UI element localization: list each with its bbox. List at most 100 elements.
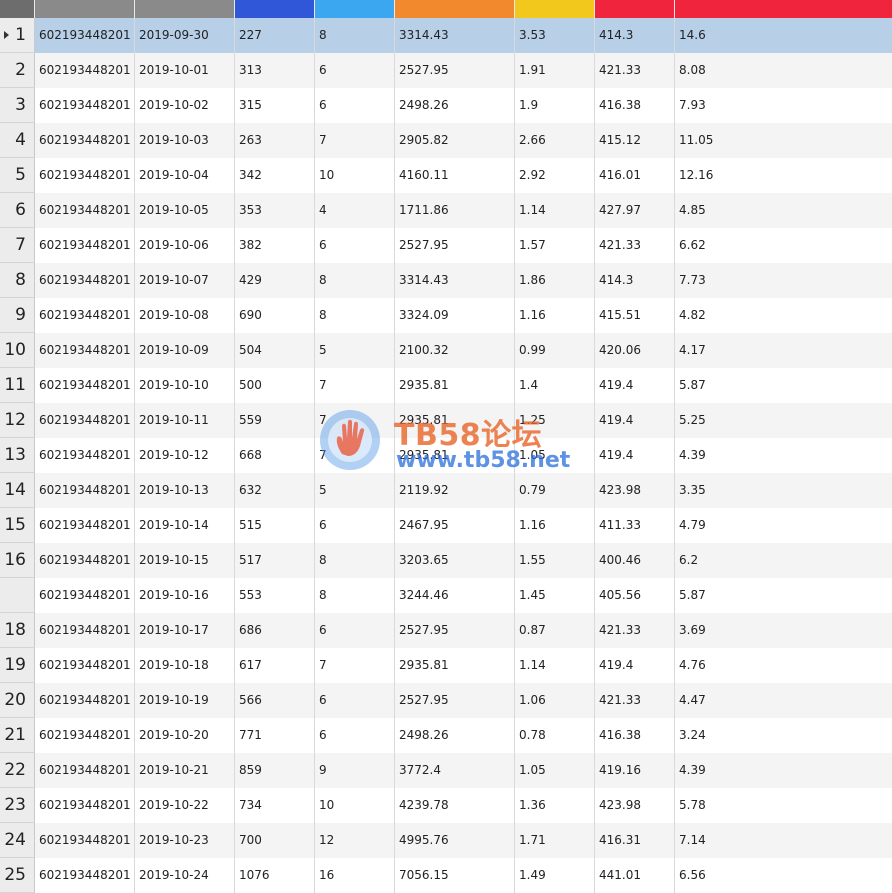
cell-item-id[interactable]: 602193448201 (35, 333, 135, 368)
cell-uv-value[interactable]: 4.39 (675, 753, 892, 788)
cell-buyers[interactable]: 10 (315, 158, 395, 193)
cell-date[interactable]: 2019-10-24 (135, 858, 235, 893)
cell-conversion[interactable]: 0.78 (515, 718, 595, 753)
cell-buyers[interactable]: 7 (315, 648, 395, 683)
cell-buyers[interactable]: 10 (315, 788, 395, 823)
cell-date[interactable]: 2019-10-21 (135, 753, 235, 788)
cell-visitors[interactable]: 313 (235, 53, 315, 88)
table-row[interactable]: 15 602193448201 2019-10-14 515 6 2467.95 1.16 4… (0, 508, 892, 543)
cell-item-id[interactable]: 602193448201 (35, 193, 135, 228)
cell-payment[interactable]: 2527.95 (395, 53, 515, 88)
cell-conversion[interactable]: 1.9 (515, 88, 595, 123)
cell-visitors[interactable]: 771 (235, 718, 315, 753)
cell-buyers[interactable]: 8 (315, 578, 395, 613)
cell-aov[interactable]: 415.51 (595, 298, 675, 333)
cell-uv-value[interactable]: 4.47 (675, 683, 892, 718)
cell-payment[interactable]: 2935.81 (395, 368, 515, 403)
cell-visitors[interactable]: 632 (235, 473, 315, 508)
cell-payment[interactable]: 4995.76 (395, 823, 515, 858)
row-header[interactable]: 15 (0, 508, 35, 543)
cell-uv-value[interactable]: 4.76 (675, 648, 892, 683)
row-header[interactable]: 24 (0, 823, 35, 858)
cell-item-id[interactable]: 602193448201 (35, 823, 135, 858)
cell-aov[interactable]: 400.46 (595, 543, 675, 578)
cell-aov[interactable]: 423.98 (595, 788, 675, 823)
cell-buyers[interactable]: 6 (315, 718, 395, 753)
cell-conversion[interactable]: 1.49 (515, 858, 595, 893)
cell-uv-value[interactable]: 7.14 (675, 823, 892, 858)
table-row[interactable]: 22 602193448201 2019-10-21 859 9 3772.4 1.05 41… (0, 753, 892, 788)
cell-uv-value[interactable]: 8.08 (675, 53, 892, 88)
cell-visitors[interactable]: 263 (235, 123, 315, 158)
cell-uv-value[interactable]: 7.93 (675, 88, 892, 123)
cell-uv-value[interactable]: 14.6 (675, 18, 892, 53)
row-header[interactable]: 12 (0, 403, 35, 438)
cell-payment[interactable]: 1711.86 (395, 193, 515, 228)
row-header[interactable]: 11 (0, 368, 35, 403)
cell-conversion[interactable]: 1.57 (515, 228, 595, 263)
cell-buyers[interactable]: 8 (315, 263, 395, 298)
row-header[interactable]: 13 (0, 438, 35, 473)
cell-conversion[interactable]: 0.87 (515, 613, 595, 648)
cell-visitors[interactable]: 1076 (235, 858, 315, 893)
column-header-item-id[interactable]: 宝贝ID (35, 0, 135, 18)
cell-uv-value[interactable]: 4.85 (675, 193, 892, 228)
cell-date[interactable]: 2019-10-05 (135, 193, 235, 228)
cell-date[interactable]: 2019-10-04 (135, 158, 235, 193)
cell-aov[interactable]: 416.01 (595, 158, 675, 193)
cell-item-id[interactable]: 602193448201 (35, 158, 135, 193)
cell-visitors[interactable]: 566 (235, 683, 315, 718)
table-row[interactable]: 4 602193448201 2019-10-03 263 7 2905.82 2.66 41… (0, 123, 892, 158)
cell-payment[interactable]: 3314.43 (395, 263, 515, 298)
cell-conversion[interactable]: 2.66 (515, 123, 595, 158)
cell-conversion[interactable]: 1.4 (515, 368, 595, 403)
cell-visitors[interactable]: 700 (235, 823, 315, 858)
table-row[interactable]: 19 602193448201 2019-10-18 617 7 2935.81 1.14 4… (0, 648, 892, 683)
column-header-uv-value[interactable]: UV价值 (675, 0, 892, 18)
cell-visitors[interactable]: 559 (235, 403, 315, 438)
cell-uv-value[interactable]: 5.87 (675, 368, 892, 403)
cell-conversion[interactable]: 2.92 (515, 158, 595, 193)
cell-uv-value[interactable]: 3.35 (675, 473, 892, 508)
column-header-aov[interactable]: 客单价 (595, 0, 675, 18)
cell-item-id[interactable]: 602193448201 (35, 613, 135, 648)
cell-date[interactable]: 2019-10-09 (135, 333, 235, 368)
cell-visitors[interactable]: 342 (235, 158, 315, 193)
row-header[interactable]: 9 (0, 298, 35, 333)
cell-date[interactable]: 2019-10-20 (135, 718, 235, 753)
table-row[interactable]: 14 602193448201 2019-10-13 632 5 2119.92 0.79 4… (0, 473, 892, 508)
cell-uv-value[interactable]: 12.16 (675, 158, 892, 193)
cell-visitors[interactable]: 353 (235, 193, 315, 228)
cell-visitors[interactable]: 617 (235, 648, 315, 683)
cell-uv-value[interactable]: 4.39 (675, 438, 892, 473)
cell-aov[interactable]: 415.12 (595, 123, 675, 158)
cell-buyers[interactable]: 12 (315, 823, 395, 858)
row-header-corner[interactable] (0, 0, 35, 18)
cell-visitors[interactable]: 315 (235, 88, 315, 123)
cell-item-id[interactable]: 602193448201 (35, 228, 135, 263)
cell-conversion[interactable]: 1.45 (515, 578, 595, 613)
row-header[interactable]: 20 (0, 683, 35, 718)
table-row[interactable]: 11 602193448201 2019-10-10 500 7 2935.81 1.4 41… (0, 368, 892, 403)
row-header[interactable]: 14 (0, 473, 35, 508)
row-header[interactable] (0, 578, 35, 613)
cell-payment[interactable]: 2905.82 (395, 123, 515, 158)
cell-uv-value[interactable]: 6.62 (675, 228, 892, 263)
cell-payment[interactable]: 2467.95 (395, 508, 515, 543)
cell-aov[interactable]: 421.33 (595, 613, 675, 648)
cell-date[interactable]: 2019-10-22 (135, 788, 235, 823)
cell-date[interactable]: 2019-10-02 (135, 88, 235, 123)
cell-buyers[interactable]: 7 (315, 438, 395, 473)
cell-item-id[interactable]: 602193448201 (35, 858, 135, 893)
cell-date[interactable]: 2019-10-03 (135, 123, 235, 158)
cell-date[interactable]: 2019-10-14 (135, 508, 235, 543)
cell-visitors[interactable]: 859 (235, 753, 315, 788)
cell-item-id[interactable]: 602193448201 (35, 18, 135, 53)
row-header[interactable]: 21 (0, 718, 35, 753)
row-header[interactable]: 23 (0, 788, 35, 823)
cell-payment[interactable]: 2935.81 (395, 648, 515, 683)
cell-visitors[interactable]: 500 (235, 368, 315, 403)
cell-aov[interactable]: 420.06 (595, 333, 675, 368)
cell-uv-value[interactable]: 7.73 (675, 263, 892, 298)
column-header-date[interactable]: 日期 (135, 0, 235, 18)
